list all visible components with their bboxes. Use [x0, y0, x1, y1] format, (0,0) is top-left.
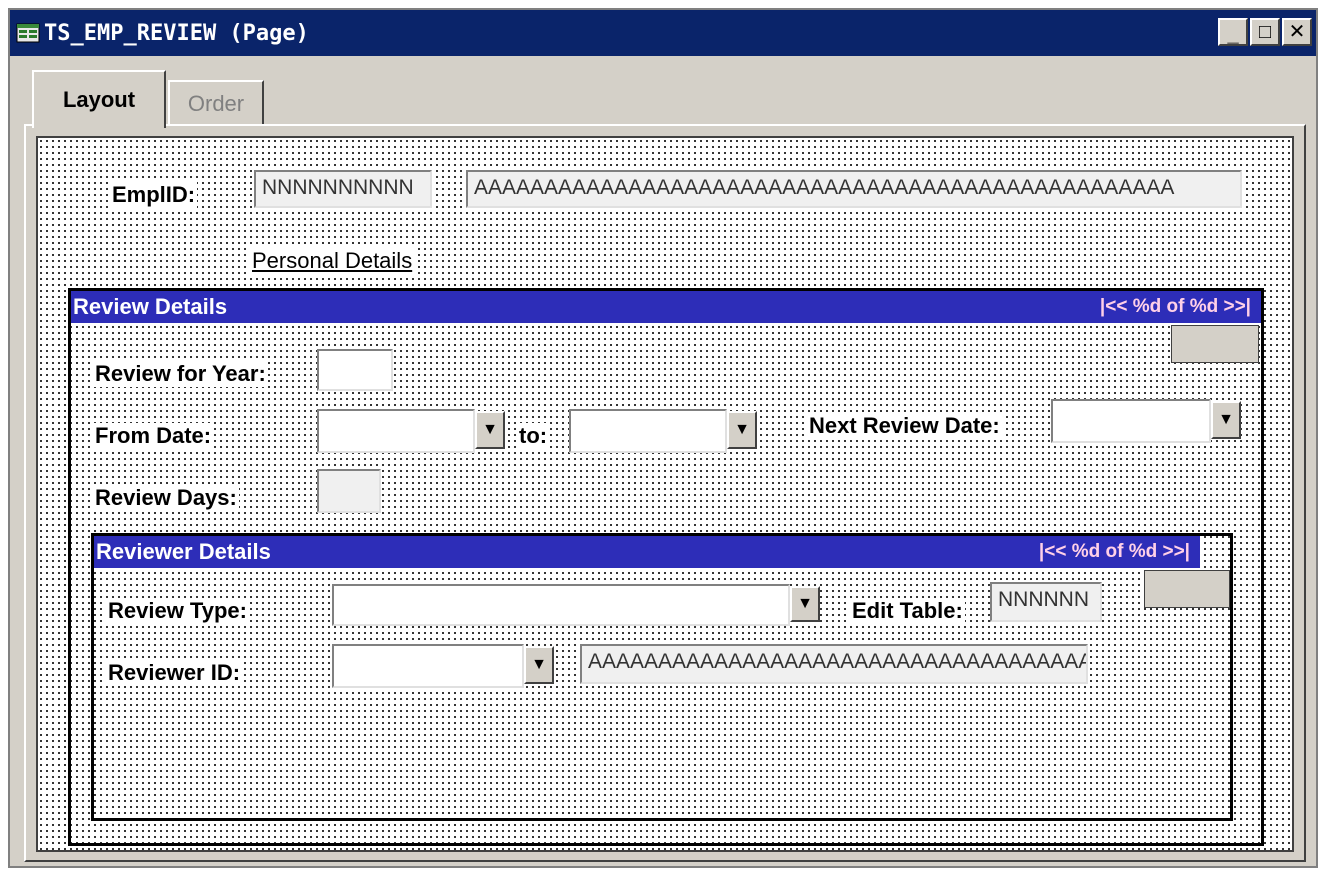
arrow-down-icon: ▼ [797, 595, 813, 612]
edit-table-value: NNNNNN [998, 588, 1089, 611]
review-details-scroll-area: Review Details |<< %d of %d >>| Review f… [68, 288, 1264, 846]
edit-table-field[interactable]: NNNNNN [990, 582, 1102, 622]
arrow-down-icon: ▼ [531, 656, 547, 673]
emplid-value: NNNNNNNNNN [262, 176, 414, 199]
next-review-date-field[interactable] [1051, 399, 1211, 443]
reviewer-details-button-box[interactable] [1144, 570, 1230, 608]
employee-name-field[interactable]: AAAAAAAAAAAAAAAAAAAAAAAAAAAAAAAAAAAAAAAA… [466, 170, 1242, 208]
maximize-button[interactable]: □ [1250, 18, 1280, 46]
page-window: TS_EMP_REVIEW (Page) _ □ ✕ Layout Order … [8, 8, 1318, 868]
edit-table-label: Edit Table: [850, 598, 965, 624]
to-label: to: [517, 423, 550, 449]
next-review-date-label: Next Review Date: [807, 413, 1002, 439]
review-type-field[interactable] [332, 584, 790, 626]
emplid-label: EmplID: [110, 182, 198, 208]
tab-order-label: Order [187, 91, 245, 116]
review-days-field[interactable] [317, 469, 381, 513]
page-icon [16, 23, 40, 43]
title-bar[interactable]: TS_EMP_REVIEW (Page) _ □ ✕ [10, 10, 1316, 56]
reviewer-name-field[interactable]: AAAAAAAAAAAAAAAAAAAAAAAAAAAAAAAAAAAAAA [580, 644, 1088, 684]
arrow-down-icon: ▼ [482, 421, 498, 438]
reviewer-id-field[interactable] [332, 644, 524, 688]
review-details-button-box[interactable] [1171, 325, 1259, 363]
next-review-date-dropdown-button[interactable]: ▼ [1211, 401, 1241, 439]
reviewer-details-header: Reviewer Details |<< %d of %d >>| [94, 536, 1200, 568]
tab-layout[interactable]: Layout [32, 70, 166, 128]
from-date-label: From Date: [93, 423, 214, 449]
emplid-field[interactable]: NNNNNNNNNN [254, 170, 432, 208]
employee-name-value: AAAAAAAAAAAAAAAAAAAAAAAAAAAAAAAAAAAAAAAA… [474, 176, 1175, 199]
reviewer-name-value: AAAAAAAAAAAAAAAAAAAAAAAAAAAAAAAAAAAAAA [588, 650, 1088, 673]
reviewer-details-title: Reviewer Details [96, 539, 271, 564]
tab-order[interactable]: Order [168, 80, 264, 126]
personal-details-link[interactable]: Personal Details [250, 248, 415, 274]
arrow-down-icon: ▼ [734, 421, 750, 438]
close-button[interactable]: ✕ [1282, 18, 1312, 46]
layout-panel: EmplID: NNNNNNNNNN AAAAAAAAAAAAAAAAAAAAA… [24, 124, 1306, 862]
review-type-dropdown-button[interactable]: ▼ [790, 586, 820, 622]
reviewer-details-scroll-area: Reviewer Details |<< %d of %d >>| Review… [91, 533, 1233, 821]
minimize-icon: _ [1227, 24, 1239, 46]
reviewer-id-dropdown-button[interactable]: ▼ [524, 646, 554, 684]
to-date-dropdown-button[interactable]: ▼ [727, 411, 757, 449]
review-details-title: Review Details [73, 294, 228, 319]
close-icon: ✕ [1288, 21, 1306, 43]
reviewer-details-nav[interactable]: |<< %d of %d >>| [1039, 541, 1200, 563]
maximize-icon: □ [1258, 21, 1272, 43]
review-details-nav[interactable]: |<< %d of %d >>| [1100, 296, 1261, 318]
review-year-label: Review for Year: [93, 361, 268, 387]
from-date-field[interactable] [317, 409, 475, 453]
tab-layout-label: Layout [62, 87, 136, 112]
design-grid[interactable]: EmplID: NNNNNNNNNN AAAAAAAAAAAAAAAAAAAAA… [36, 136, 1294, 852]
review-type-label: Review Type: [106, 598, 249, 624]
review-days-label: Review Days: [93, 485, 239, 511]
review-details-header: Review Details |<< %d of %d >>| [71, 291, 1261, 323]
minimize-button[interactable]: _ [1218, 18, 1248, 46]
review-year-field[interactable] [317, 349, 393, 391]
from-date-dropdown-button[interactable]: ▼ [475, 411, 505, 449]
reviewer-id-label: Reviewer ID: [106, 660, 243, 686]
window-title: TS_EMP_REVIEW (Page) [44, 20, 309, 46]
arrow-down-icon: ▼ [1218, 411, 1234, 428]
to-date-field[interactable] [569, 409, 727, 453]
